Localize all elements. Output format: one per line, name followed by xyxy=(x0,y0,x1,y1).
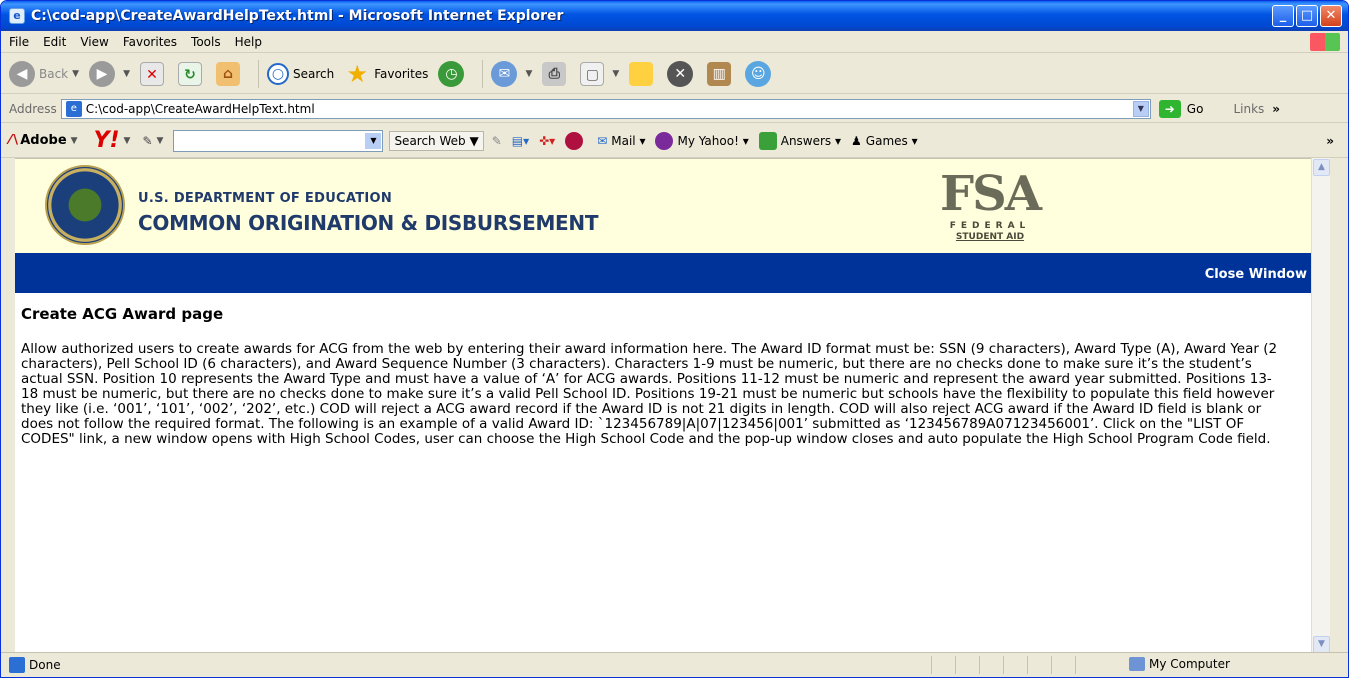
games-link[interactable]: ♟ Games ▾ xyxy=(851,134,918,148)
my-yahoo-icon xyxy=(655,131,674,150)
block-icon: ✕ xyxy=(667,60,694,87)
security-zone: My Computer xyxy=(1129,657,1230,671)
print-icon: ⎙ xyxy=(542,61,567,86)
stop-icon: ✕ xyxy=(139,61,164,86)
adobe-logo-icon: ⁄∖ xyxy=(9,133,21,148)
menu-favorites[interactable]: Favorites xyxy=(123,35,177,49)
status-bar: Done My Computer xyxy=(1,652,1348,677)
discuss-button[interactable] xyxy=(627,58,659,90)
refresh-button[interactable]: ↻ xyxy=(176,58,208,90)
research-button[interactable]: ▥ xyxy=(705,58,737,90)
page-done-icon xyxy=(9,657,25,673)
refresh-icon: ↻ xyxy=(177,61,202,86)
yahoo-toolbar: ⁄∖Adobe ▼ Y! ▼ ✎ ▼ ▼ Search Web ▼ ✎ ▤▾ ✜▾ ✉… xyxy=(1,124,1348,158)
page-header: U.S. DEPARTMENT OF EDUCATION COMMON ORIG… xyxy=(15,159,1313,253)
search-dropdown-icon[interactable]: ▼ xyxy=(365,132,382,149)
edit-button[interactable]: ▢ ▼ xyxy=(578,58,621,90)
messenger-icon: ☺ xyxy=(745,60,772,87)
edit-page-icon: ▢ xyxy=(580,61,605,86)
menu-bar: File Edit View Favorites Tools Help xyxy=(1,31,1348,53)
answers-icon xyxy=(758,131,777,150)
answers-link[interactable]: Answers ▾ xyxy=(758,131,841,150)
title-bar: e C:\cod-app\CreateAwardHelpText.html - … xyxy=(1,1,1348,31)
mail-button[interactable]: ✉ ▼ xyxy=(489,58,534,90)
forward-button[interactable]: ▶ ▼ xyxy=(87,58,132,90)
print-button[interactable]: ⎙ xyxy=(540,58,572,90)
browser-window: e C:\cod-app\CreateAwardHelpText.html - … xyxy=(0,0,1349,678)
back-arrow-icon: ◀ xyxy=(9,60,35,87)
address-label: Address xyxy=(9,101,57,116)
music-icon xyxy=(565,131,584,150)
menu-file[interactable]: File xyxy=(9,35,29,49)
menu-help[interactable]: Help xyxy=(235,35,262,49)
pencil-icon[interactable]: ✎ xyxy=(142,134,152,148)
envelope-icon: ✉ xyxy=(597,133,608,148)
forward-arrow-icon: ▶ xyxy=(89,60,116,87)
windows-logo-icon xyxy=(1310,33,1340,51)
note-icon xyxy=(629,61,654,86)
form-icon[interactable]: ▤▾ xyxy=(512,134,529,148)
vertical-scrollbar[interactable]: ▲ ▼ xyxy=(1311,158,1330,654)
go-button[interactable]: ➜ Go xyxy=(1158,99,1203,118)
adobe-button[interactable]: ⁄∖Adobe xyxy=(9,133,67,148)
minimize-button[interactable]: _ xyxy=(1272,5,1294,27)
yahoo-logo[interactable]: Y! xyxy=(94,128,120,153)
history-icon: ◷ xyxy=(438,60,465,87)
page-icon: e xyxy=(65,100,82,117)
links-button[interactable]: Links xyxy=(1233,102,1264,116)
window-title: C:\cod-app\CreateAwardHelpText.html - Mi… xyxy=(31,8,564,24)
menu-view[interactable]: View xyxy=(80,35,108,49)
address-dropdown-icon[interactable]: ▼ xyxy=(1132,100,1149,117)
home-button[interactable]: ⌂ xyxy=(214,58,246,90)
history-button[interactable]: ◷ xyxy=(436,58,470,90)
address-input[interactable]: e C:\cod-app\CreateAwardHelpText.html ▼ xyxy=(60,98,1151,119)
search-icon: ○ xyxy=(266,62,289,85)
help-text: Allow authorized users to create awards … xyxy=(21,341,1278,447)
block-button[interactable]: ✕ xyxy=(665,58,699,90)
music-button[interactable] xyxy=(565,131,587,150)
address-url: C:\cod-app\CreateAwardHelpText.html xyxy=(85,101,315,116)
mail-icon: ✉ xyxy=(491,60,518,87)
stop-button[interactable]: ✕ xyxy=(138,58,170,90)
highlight-icon[interactable]: ✎ xyxy=(492,134,502,148)
department-seal-logo xyxy=(45,165,125,245)
go-arrow-icon: ➜ xyxy=(1158,99,1181,118)
close-button[interactable]: ✕ xyxy=(1320,5,1342,27)
standard-toolbar: ◀ Back ▼ ▶ ▼ ✕ ↻ ⌂ ○ Search ★ Favorites ◷ … xyxy=(1,54,1348,94)
cod-title: COMMON ORIGINATION & DISBURSEMENT xyxy=(138,211,599,235)
menu-tools[interactable]: Tools xyxy=(191,35,221,49)
chevron-right-icon[interactable]: » xyxy=(1326,134,1334,148)
home-icon: ⌂ xyxy=(215,61,240,86)
nav-bar: Close Window xyxy=(15,253,1313,293)
close-window-link[interactable]: Close Window xyxy=(1205,267,1307,282)
maximize-button[interactable]: □ xyxy=(1296,5,1318,27)
fsa-logo: FSA FEDERAL STUDENT AID xyxy=(940,166,1042,242)
research-icon: ▥ xyxy=(707,61,732,86)
page-title: Create ACG Award page xyxy=(21,305,224,323)
yahoo-search-input[interactable]: ▼ xyxy=(173,129,384,152)
search-button[interactable]: ○ Search xyxy=(265,58,336,90)
menu-edit[interactable]: Edit xyxy=(43,35,66,49)
computer-icon xyxy=(1129,657,1145,671)
my-yahoo-link[interactable]: My Yahoo! ▾ xyxy=(655,131,749,150)
mail-link[interactable]: ✉ Mail ▾ xyxy=(597,134,645,148)
messenger-button[interactable]: ☺ xyxy=(743,58,777,90)
scroll-down-icon[interactable]: ▼ xyxy=(1313,636,1330,653)
status-text: Done xyxy=(29,658,61,672)
page-content: U.S. DEPARTMENT OF EDUCATION COMMON ORIG… xyxy=(15,158,1313,654)
ie-icon: e xyxy=(9,8,25,24)
joystick-icon: ♟ xyxy=(851,133,862,148)
scroll-up-icon[interactable]: ▲ xyxy=(1313,159,1330,176)
chevron-right-icon[interactable]: » xyxy=(1272,102,1280,116)
favorites-button[interactable]: ★ Favorites xyxy=(342,58,430,90)
star-icon: ★ xyxy=(346,59,368,88)
address-bar: Address e C:\cod-app\CreateAwardHelpText… xyxy=(1,95,1348,123)
department-name: U.S. DEPARTMENT OF EDUCATION xyxy=(138,191,393,206)
back-button[interactable]: ◀ Back ▼ xyxy=(7,58,81,90)
search-web-button[interactable]: Search Web ▼ xyxy=(389,130,484,151)
target-icon[interactable]: ✜▾ xyxy=(539,134,555,148)
